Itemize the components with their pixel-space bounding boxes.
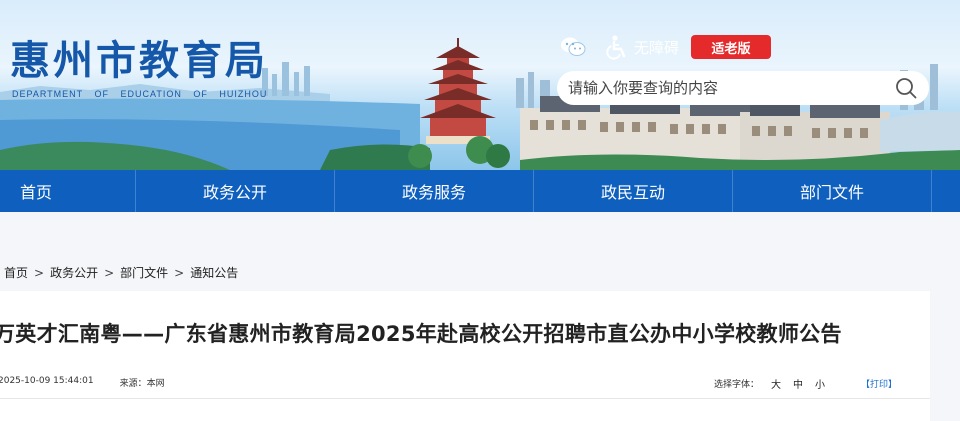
- nav-item-department-documents[interactable]: 部门文件: [733, 170, 932, 212]
- header-banner: 惠州市教育局 DEPARTMENT OF EDUCATION OF HUIZHO…: [0, 0, 960, 170]
- top-tools: 无障碍 适老版: [560, 34, 772, 60]
- print-button[interactable]: 【打印】: [861, 377, 897, 390]
- font-size-label: 选择字体：: [714, 380, 760, 390]
- breadcrumb-notices[interactable]: 通知公告: [190, 264, 238, 281]
- breadcrumb-department-documents[interactable]: 部门文件: [120, 264, 168, 281]
- article-meta: 2025-10-09 15:44:01 来源：本网: [0, 376, 165, 389]
- breadcrumb-home[interactable]: 首页: [4, 264, 28, 281]
- article-title: 万英才汇南粤——广东省惠州市教育局2025年赴高校公开招聘市直公办中小学校教师公…: [0, 322, 842, 346]
- font-size-large-button[interactable]: 大: [771, 376, 781, 391]
- breadcrumb: 首页 > 政务公开 > 部门文件 > 通知公告: [4, 264, 238, 281]
- wechat-icon[interactable]: [560, 36, 586, 58]
- main-nav: 首页 政务公开 政务服务 政民互动 部门文件: [0, 170, 960, 212]
- font-size-selector: 选择字体： 大 中 小 【打印】: [714, 376, 897, 391]
- breadcrumb-separator: >: [34, 265, 45, 280]
- article-date: 2025-10-09 15:44:01: [0, 376, 94, 386]
- search-input[interactable]: [568, 79, 888, 97]
- search-icon[interactable]: [895, 77, 917, 99]
- article-source: 来源：本网: [119, 379, 165, 389]
- nav-item-home[interactable]: 首页: [0, 170, 136, 212]
- font-size-small-button[interactable]: 小: [815, 376, 825, 391]
- breadcrumb-government-affairs[interactable]: 政务公开: [50, 264, 98, 281]
- search-bar: [557, 71, 929, 105]
- nav-item-public-interaction[interactable]: 政民互动: [534, 170, 733, 212]
- breadcrumb-separator: >: [174, 265, 185, 280]
- nav-item-government-affairs[interactable]: 政务公开: [136, 170, 335, 212]
- accessibility-link[interactable]: 无障碍: [604, 34, 679, 60]
- wheelchair-icon: [604, 34, 630, 60]
- nav-item-government-services[interactable]: 政务服务: [335, 170, 534, 212]
- site-subtitle: DEPARTMENT OF EDUCATION OF HUIZHOU: [12, 89, 268, 99]
- accessibility-label: 无障碍: [634, 38, 680, 57]
- elder-mode-button[interactable]: 适老版: [691, 35, 772, 59]
- font-size-medium-button[interactable]: 中: [793, 376, 803, 391]
- divider: [0, 398, 930, 399]
- site-title: 惠州市教育局: [10, 38, 268, 84]
- breadcrumb-separator: >: [104, 265, 115, 280]
- article-panel: 万英才汇南粤——广东省惠州市教育局2025年赴高校公开招聘市直公办中小学校教师公…: [0, 291, 930, 421]
